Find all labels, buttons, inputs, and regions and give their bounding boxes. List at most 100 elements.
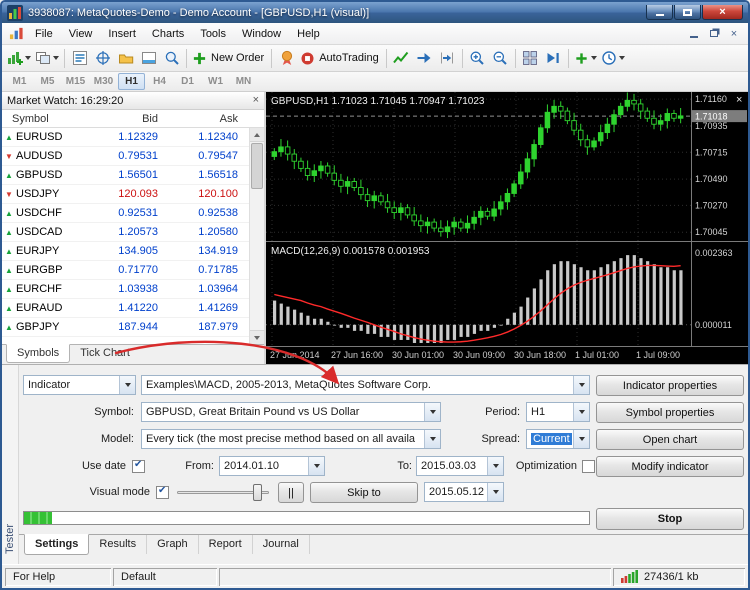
menu-file[interactable]: File: [27, 25, 61, 43]
market-watch-row[interactable]: ▲EURUSD1.123291.12340: [2, 128, 249, 147]
autotrading-button[interactable]: AutoTrading: [298, 47, 383, 70]
zoom-in-button[interactable]: [466, 47, 489, 70]
menu-tools[interactable]: Tools: [192, 25, 234, 43]
dropdown-caret-icon[interactable]: [573, 430, 589, 448]
market-watch-row[interactable]: ▲GBPJPY187.944187.979: [2, 318, 249, 337]
add-indicator-button[interactable]: [572, 47, 599, 70]
market-watch-row[interactable]: ▲EURJPY134.905134.919: [2, 242, 249, 261]
dropdown-caret-icon[interactable]: [573, 403, 589, 421]
title-bar[interactable]: 3938087: MetaQuotes-Demo - Demo Account …: [2, 2, 748, 23]
indicator-properties-button[interactable]: Indicator properties: [596, 375, 744, 396]
period-dropdown[interactable]: H1: [526, 402, 590, 422]
chart-close-icon[interactable]: ×: [736, 94, 742, 106]
column-bid[interactable]: Bid: [80, 113, 164, 125]
auto-scroll-button[interactable]: [413, 47, 436, 70]
mdi-minimize-button[interactable]: [684, 26, 704, 42]
dropdown-caret-icon[interactable]: [487, 483, 503, 501]
timeframe-m15[interactable]: M15: [62, 73, 89, 90]
mql5-community-button[interactable]: [275, 47, 298, 70]
tile-windows-button[interactable]: [519, 47, 542, 70]
tester-expert-dropdown[interactable]: Examples\MACD, 2005-2013, MetaQuotes Sof…: [141, 375, 590, 395]
modify-indicator-button[interactable]: Modify indicator: [596, 456, 744, 477]
price-chart[interactable]: 1.711601.709351.707151.704901.702701.700…: [266, 92, 748, 364]
market-watch-row[interactable]: ▲USDCHF0.925310.92538: [2, 204, 249, 223]
market-watch-button[interactable]: [68, 47, 91, 70]
new-chart-button[interactable]: [5, 47, 33, 70]
timeframe-m1[interactable]: M1: [6, 73, 33, 90]
strategy-tester-button[interactable]: [160, 47, 183, 70]
maximize-button[interactable]: [674, 5, 701, 20]
visual-mode-checkbox[interactable]: [156, 486, 169, 499]
market-watch-row[interactable]: ▲USDCAD1.205731.20580: [2, 223, 249, 242]
open-chart-button[interactable]: Open chart: [596, 429, 744, 450]
pause-button[interactable]: ||: [278, 482, 304, 503]
dropdown-caret-icon[interactable]: [487, 457, 503, 475]
to-date-dropdown[interactable]: 2015.03.03: [416, 456, 504, 476]
menu-view[interactable]: View: [61, 25, 101, 43]
spread-dropdown[interactable]: Current: [526, 429, 590, 449]
symbol-properties-button[interactable]: Symbol properties: [596, 402, 744, 423]
visual-speed-slider[interactable]: [177, 484, 269, 501]
tester-tab-journal[interactable]: Journal: [253, 535, 310, 554]
dropdown-caret-icon[interactable]: [119, 376, 135, 394]
close-button[interactable]: ×: [702, 5, 743, 20]
tab-symbols[interactable]: Symbols: [6, 344, 70, 363]
skip-date-dropdown[interactable]: 2015.05.12: [424, 482, 504, 502]
timeframe-m30[interactable]: M30: [90, 73, 117, 90]
menu-charts[interactable]: Charts: [144, 25, 192, 43]
scroll-up-icon[interactable]: [250, 128, 264, 142]
step-forward-button[interactable]: [542, 47, 565, 70]
tester-tab-results[interactable]: Results: [89, 535, 147, 554]
dropdown-caret-icon[interactable]: [573, 376, 589, 394]
column-ask[interactable]: Ask: [164, 113, 244, 125]
stop-button[interactable]: Stop: [596, 508, 744, 530]
timeframe-m5[interactable]: M5: [34, 73, 61, 90]
tester-tab-report[interactable]: Report: [199, 535, 253, 554]
periods-button[interactable]: [599, 47, 627, 70]
market-watch-row[interactable]: ▼AUDUSD0.795310.79547: [2, 147, 249, 166]
slider-thumb[interactable]: [253, 484, 262, 501]
timeframe-d1[interactable]: D1: [174, 73, 201, 90]
tab-tick-chart[interactable]: Tick Chart: [70, 345, 140, 362]
skip-to-button[interactable]: Skip to: [310, 482, 418, 503]
market-watch-scrollbar[interactable]: [249, 128, 264, 344]
scrollbar-thumb[interactable]: [251, 143, 263, 189]
dropdown-caret-icon[interactable]: [308, 457, 324, 475]
optimization-checkbox[interactable]: [582, 460, 595, 473]
tester-tab-graph[interactable]: Graph: [147, 535, 199, 554]
mdi-restore-button[interactable]: [704, 26, 724, 42]
indicators-button[interactable]: [390, 47, 413, 70]
status-profile[interactable]: Default: [113, 568, 217, 586]
from-date-dropdown[interactable]: 2014.01.10: [219, 456, 325, 476]
market-watch-row[interactable]: ▲EURCHF1.039381.03964: [2, 280, 249, 299]
model-dropdown[interactable]: Every tick (the most precise method base…: [141, 429, 441, 449]
market-watch-row[interactable]: ▲EURGBP0.717700.71785: [2, 261, 249, 280]
scroll-down-icon[interactable]: [250, 330, 264, 344]
market-watch-row[interactable]: ▲GBPUSD1.565011.56518: [2, 166, 249, 185]
tester-side-strip[interactable]: Tester: [2, 365, 19, 564]
minimize-button[interactable]: [646, 5, 673, 20]
navigator-button[interactable]: [114, 47, 137, 70]
menu-insert[interactable]: Insert: [100, 25, 144, 43]
chart-shift-button[interactable]: [436, 47, 459, 70]
tester-type-dropdown[interactable]: Indicator: [23, 375, 136, 395]
column-symbol[interactable]: Symbol: [2, 113, 80, 125]
mdi-close-button[interactable]: ×: [724, 26, 744, 42]
use-date-checkbox[interactable]: [132, 460, 145, 473]
timeframe-h4[interactable]: H4: [146, 73, 173, 90]
menu-window[interactable]: Window: [234, 25, 289, 43]
profiles-button[interactable]: [33, 47, 61, 70]
new-order-button[interactable]: New Order: [190, 47, 268, 70]
zoom-out-button[interactable]: [489, 47, 512, 70]
tester-tab-settings[interactable]: Settings: [24, 534, 89, 555]
dropdown-caret-icon[interactable]: [424, 430, 440, 448]
chart-panel[interactable]: 1.711601.709351.707151.704901.702701.700…: [266, 92, 748, 364]
market-watch-row[interactable]: ▼USDJPY120.093120.100: [2, 185, 249, 204]
dropdown-caret-icon[interactable]: [424, 403, 440, 421]
market-watch-close-icon[interactable]: ×: [253, 95, 259, 106]
terminal-button[interactable]: [137, 47, 160, 70]
menu-help[interactable]: Help: [289, 25, 328, 43]
symbol-dropdown[interactable]: GBPUSD, Great Britain Pound vs US Dollar: [141, 402, 441, 422]
timeframe-mn[interactable]: MN: [230, 73, 257, 90]
timeframe-h1[interactable]: H1: [118, 73, 145, 90]
